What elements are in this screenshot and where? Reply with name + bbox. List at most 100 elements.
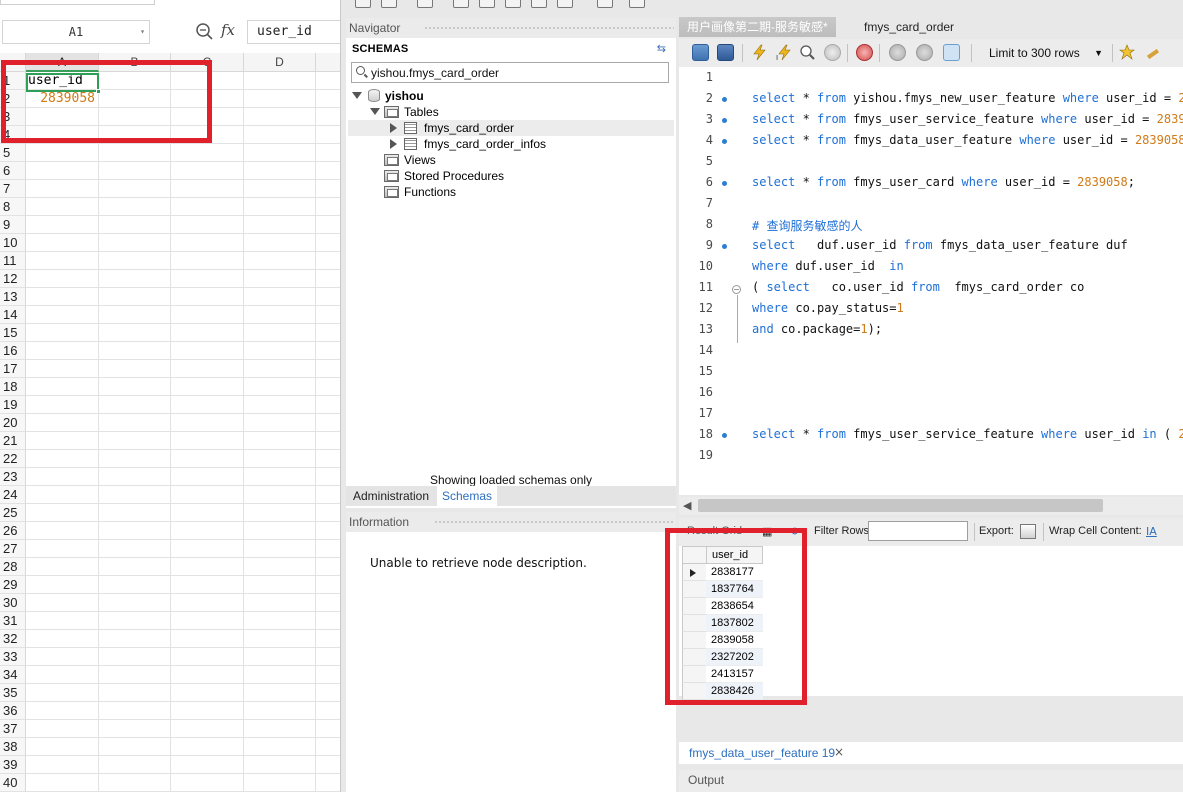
cell-c18[interactable] [171, 378, 244, 396]
row-header[interactable]: 26 [0, 522, 26, 540]
cell-a14[interactable] [26, 306, 99, 324]
cell-c39[interactable] [171, 756, 244, 774]
cell-a35[interactable] [26, 684, 99, 702]
cell-e26[interactable] [316, 522, 340, 540]
cell-b29[interactable] [99, 576, 171, 594]
cell-a38[interactable] [26, 738, 99, 756]
cell-b39[interactable] [99, 756, 171, 774]
cell-a7[interactable] [26, 180, 99, 198]
code-line[interactable]: select * from fmys_user_service_feature … [752, 427, 1183, 441]
cell-d18[interactable] [244, 378, 316, 396]
cell-b37[interactable] [99, 720, 171, 738]
cell-a33[interactable] [26, 648, 99, 666]
cell-b5[interactable] [99, 144, 171, 162]
cell-e37[interactable] [316, 720, 340, 738]
cell-b19[interactable] [99, 396, 171, 414]
row-header[interactable]: 33 [0, 648, 26, 666]
cell-c4[interactable] [171, 126, 244, 144]
cell-c21[interactable] [171, 432, 244, 450]
row-header[interactable]: 5 [0, 144, 26, 162]
row-header[interactable]: 12 [0, 270, 26, 288]
grid-cell-user-id[interactable]: 2413157 [706, 666, 763, 683]
row-header[interactable]: 34 [0, 666, 26, 684]
cell-d29[interactable] [244, 576, 316, 594]
cell-a39[interactable] [26, 756, 99, 774]
cell-c2[interactable] [171, 90, 244, 108]
row-header[interactable]: 14 [0, 306, 26, 324]
cell-a17[interactable] [26, 360, 99, 378]
cell-e36[interactable] [316, 702, 340, 720]
row-header[interactable]: 30 [0, 594, 26, 612]
cell-e39[interactable] [316, 756, 340, 774]
row-gutter[interactable] [682, 649, 706, 666]
beautify-icon[interactable] [1145, 44, 1162, 61]
row-header[interactable]: 9 [0, 216, 26, 234]
cell-d35[interactable] [244, 684, 316, 702]
table-row[interactable]: 2838426 [682, 683, 763, 700]
cell-c28[interactable] [171, 558, 244, 576]
row-gutter[interactable] [682, 598, 706, 615]
search-table-data-icon[interactable] [597, 0, 613, 8]
cell-a36[interactable] [26, 702, 99, 720]
cell-a31[interactable] [26, 612, 99, 630]
cell-a37[interactable] [26, 720, 99, 738]
cell-d9[interactable] [244, 216, 316, 234]
cell-d4[interactable] [244, 126, 316, 144]
cell-e27[interactable] [316, 540, 340, 558]
cell-c19[interactable] [171, 396, 244, 414]
cell-b36[interactable] [99, 702, 171, 720]
code-line[interactable]: where duf.user_id in [752, 259, 904, 273]
cell-b7[interactable] [99, 180, 171, 198]
row-header[interactable]: 37 [0, 720, 26, 738]
cell-c5[interactable] [171, 144, 244, 162]
cell-d10[interactable] [244, 234, 316, 252]
result-tab-fmys-data-user-feature[interactable]: fmys_data_user_feature 19 [689, 746, 835, 760]
expand-icon[interactable] [370, 108, 380, 115]
cell-b31[interactable] [99, 612, 171, 630]
cell-b35[interactable] [99, 684, 171, 702]
cell-d13[interactable] [244, 288, 316, 306]
wrap-cell-icon[interactable]: IA [1146, 525, 1157, 538]
cell-a20[interactable] [26, 414, 99, 432]
cell-b8[interactable] [99, 198, 171, 216]
tree-table-fmys-card-order[interactable]: fmys_card_order [348, 120, 674, 136]
limit-rows-select[interactable]: Limit to 300 rows ▼ [985, 44, 1107, 62]
cell-e8[interactable] [316, 198, 340, 216]
tab-query-current[interactable]: 用户画像第二期-服务敏感* [679, 17, 836, 37]
cell-c36[interactable] [171, 702, 244, 720]
row-header[interactable]: 32 [0, 630, 26, 648]
cell-e33[interactable] [316, 648, 340, 666]
cell-b27[interactable] [99, 540, 171, 558]
create-function-icon[interactable] [557, 0, 573, 8]
row-gutter[interactable] [682, 632, 706, 649]
cell-c22[interactable] [171, 450, 244, 468]
row-header[interactable]: 13 [0, 288, 26, 306]
cell-e15[interactable] [316, 324, 340, 342]
cell-b32[interactable] [99, 630, 171, 648]
row-header[interactable]: 23 [0, 468, 26, 486]
cell-a26[interactable] [26, 522, 99, 540]
cell-c7[interactable] [171, 180, 244, 198]
cell-b13[interactable] [99, 288, 171, 306]
row-header[interactable]: 31 [0, 612, 26, 630]
row-header[interactable]: 27 [0, 540, 26, 558]
cell-b30[interactable] [99, 594, 171, 612]
row-header[interactable]: 6 [0, 162, 26, 180]
cell-b10[interactable] [99, 234, 171, 252]
cell-a18[interactable] [26, 378, 99, 396]
function-icon[interactable]: fx [221, 21, 235, 39]
refresh-icon[interactable]: ⇆ [657, 42, 666, 55]
cell-b20[interactable] [99, 414, 171, 432]
grid-cell-user-id[interactable]: 2838654 [706, 598, 763, 615]
cell-d20[interactable] [244, 414, 316, 432]
cell-b1[interactable] [99, 72, 171, 90]
close-icon[interactable]: × [834, 745, 844, 759]
cell-e3[interactable] [316, 108, 340, 126]
row-header[interactable]: 28 [0, 558, 26, 576]
cell-d1[interactable] [244, 72, 316, 90]
cell-e29[interactable] [316, 576, 340, 594]
cell-b12[interactable] [99, 270, 171, 288]
cell-c16[interactable] [171, 342, 244, 360]
cell-b25[interactable] [99, 504, 171, 522]
column-header-b[interactable]: B [99, 53, 171, 72]
